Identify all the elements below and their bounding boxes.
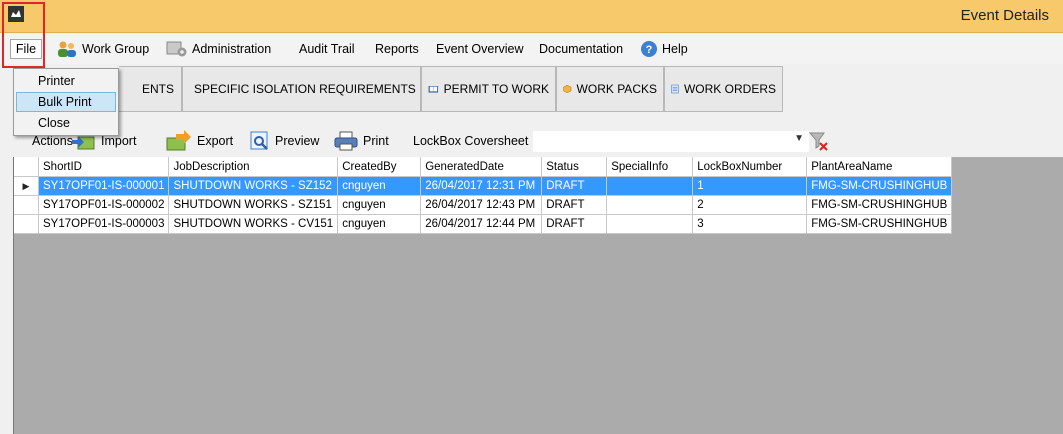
chevron-down-icon: ▼ <box>794 133 804 144</box>
toolbar: Actions Import Export Preview Print Lock… <box>0 126 1063 156</box>
book-icon <box>428 86 439 93</box>
print-button[interactable]: Print <box>334 126 389 156</box>
column-header-createdby[interactable]: CreatedBy <box>337 157 422 177</box>
clear-filter-icon <box>809 132 828 151</box>
row-selector[interactable]: ▶ <box>14 176 39 196</box>
document-icon <box>671 84 679 94</box>
cell-specialinfo[interactable] <box>606 214 694 234</box>
menu-item-printer[interactable]: Printer <box>16 71 116 91</box>
cell-jobdescription[interactable]: SHUTDOWN WORKS - SZ151 <box>168 195 339 215</box>
cell-status[interactable]: DRAFT <box>541 176 608 196</box>
row-header-corner <box>14 157 39 177</box>
export-button[interactable]: Export <box>166 126 233 156</box>
column-header-specialinfo[interactable]: SpecialInfo <box>606 157 694 177</box>
magnifier-icon <box>250 131 268 150</box>
cell-plantareaname[interactable]: FMG-SM-CRUSHINGHUB <box>806 195 953 215</box>
preview-label: Preview <box>275 134 320 148</box>
preview-button[interactable]: Preview <box>250 126 319 156</box>
cell-jobdescription[interactable]: SHUTDOWN WORKS - SZ152 <box>168 176 339 196</box>
column-header-jobdescription[interactable]: JobDescription <box>168 157 339 177</box>
tab-work-packs[interactable]: WORK PACKS <box>556 66 664 112</box>
column-header-status[interactable]: Status <box>541 157 608 177</box>
export-icon <box>166 130 191 151</box>
cell-lockboxnumber[interactable]: 3 <box>692 214 808 234</box>
column-header-shortid[interactable]: ShortID <box>38 157 170 177</box>
tab-permit-to-work-label: PERMIT TO WORK <box>443 82 549 96</box>
title-bar: Event Details <box>0 0 1063 33</box>
tab-row: ENTS SPECIFIC ISOLATION REQUIREMENTS PER… <box>0 66 1063 113</box>
cell-shortid[interactable]: SY17OPF01-IS-000001 <box>38 176 170 196</box>
cell-generateddate[interactable]: 26/04/2017 12:43 PM <box>420 195 543 215</box>
tab-work-orders[interactable]: WORK ORDERS <box>664 66 783 112</box>
tab-work-packs-label: WORK PACKS <box>576 82 657 96</box>
package-icon <box>563 84 572 94</box>
menu-reports[interactable]: Reports <box>375 34 419 64</box>
menu-work-group[interactable]: Work Group <box>56 34 149 64</box>
tab-partial[interactable]: ENTS <box>119 66 182 112</box>
print-label: Print <box>363 134 389 148</box>
cell-createdby[interactable]: cnguyen <box>337 176 422 196</box>
tab-partial-label: ENTS <box>142 82 175 96</box>
menu-help-label: Help <box>662 42 688 56</box>
menu-administration[interactable]: Administration <box>166 34 271 64</box>
row-selector[interactable] <box>14 214 39 234</box>
users-icon <box>58 41 76 57</box>
printer-icon <box>334 131 358 151</box>
cell-shortid[interactable]: SY17OPF01-IS-000002 <box>38 195 170 215</box>
grid-header-row: ShortID JobDescription CreatedBy Generat… <box>14 157 953 177</box>
menu-file[interactable]: File <box>10 39 42 59</box>
table-row[interactable]: SY17OPF01-IS-000002 SHUTDOWN WORKS - SZ1… <box>14 195 953 215</box>
export-label: Export <box>197 134 234 148</box>
svg-text:?: ? <box>646 44 653 56</box>
column-header-lockboxnumber[interactable]: LockBoxNumber <box>692 157 808 177</box>
menu-item-close[interactable]: Close <box>16 113 116 133</box>
menu-work-group-label: Work Group <box>82 42 150 56</box>
table-row[interactable]: SY17OPF01-IS-000003 SHUTDOWN WORKS - CV1… <box>14 214 953 234</box>
column-header-plantareaname[interactable]: PlantAreaName <box>806 157 953 177</box>
data-grid-area: ShortID JobDescription CreatedBy Generat… <box>13 157 1063 434</box>
lockbox-coversheet-label: LockBox Coversheet <box>413 134 529 148</box>
cell-specialinfo[interactable] <box>606 176 694 196</box>
current-row-arrow-icon: ▶ <box>22 181 30 191</box>
table-row[interactable]: ▶ SY17OPF01-IS-000001 SHUTDOWN WORKS - S… <box>14 176 953 196</box>
cell-jobdescription[interactable]: SHUTDOWN WORKS - CV151 <box>168 214 339 234</box>
window-title: Event Details <box>960 7 1049 24</box>
cell-lockboxnumber[interactable]: 2 <box>692 195 808 215</box>
clear-filter-button[interactable] <box>809 126 829 156</box>
tab-specific-isolation-label: SPECIFIC ISOLATION REQUIREMENTS <box>194 82 416 96</box>
cell-generateddate[interactable]: 26/04/2017 12:44 PM <box>420 214 543 234</box>
cell-status[interactable]: DRAFT <box>541 195 608 215</box>
row-selector[interactable] <box>14 195 39 215</box>
cell-plantareaname[interactable]: FMG-SM-CRUSHINGHUB <box>806 176 953 196</box>
menu-item-bulk-print[interactable]: Bulk Print <box>16 92 116 112</box>
cell-plantareaname[interactable]: FMG-SM-CRUSHINGHUB <box>806 214 953 234</box>
column-header-generateddate[interactable]: GeneratedDate <box>420 157 543 177</box>
menu-event-overview[interactable]: Event Overview <box>436 34 524 64</box>
cell-shortid[interactable]: SY17OPF01-IS-000003 <box>38 214 170 234</box>
cell-specialinfo[interactable] <box>606 195 694 215</box>
menu-help[interactable]: ? Help <box>640 34 688 64</box>
cell-createdby[interactable]: cnguyen <box>337 214 422 234</box>
file-dropdown-menu: Printer Bulk Print Close <box>13 68 119 136</box>
tab-permit-to-work[interactable]: PERMIT TO WORK <box>421 66 556 112</box>
cell-lockboxnumber[interactable]: 1 <box>692 176 808 196</box>
app-logo-icon <box>8 6 24 22</box>
help-icon: ? <box>641 41 657 57</box>
admin-gear-icon <box>166 41 187 57</box>
import-label: Import <box>101 134 137 148</box>
menu-documentation[interactable]: Documentation <box>539 34 623 64</box>
menu-bar: File Work Group Administration Audit Tra… <box>0 34 1063 64</box>
cell-status[interactable]: DRAFT <box>541 214 608 234</box>
cell-createdby[interactable]: cnguyen <box>337 195 422 215</box>
tab-specific-isolation[interactable]: SPECIFIC ISOLATION REQUIREMENTS <box>182 66 421 112</box>
cell-generateddate[interactable]: 26/04/2017 12:31 PM <box>420 176 543 196</box>
menu-administration-label: Administration <box>192 42 272 56</box>
menu-audit-trail[interactable]: Audit Trail <box>299 34 355 64</box>
lockbox-coversheet-select[interactable]: ▼ <box>533 131 809 152</box>
data-grid: ShortID JobDescription CreatedBy Generat… <box>14 157 953 234</box>
tab-work-orders-label: WORK ORDERS <box>683 82 776 96</box>
